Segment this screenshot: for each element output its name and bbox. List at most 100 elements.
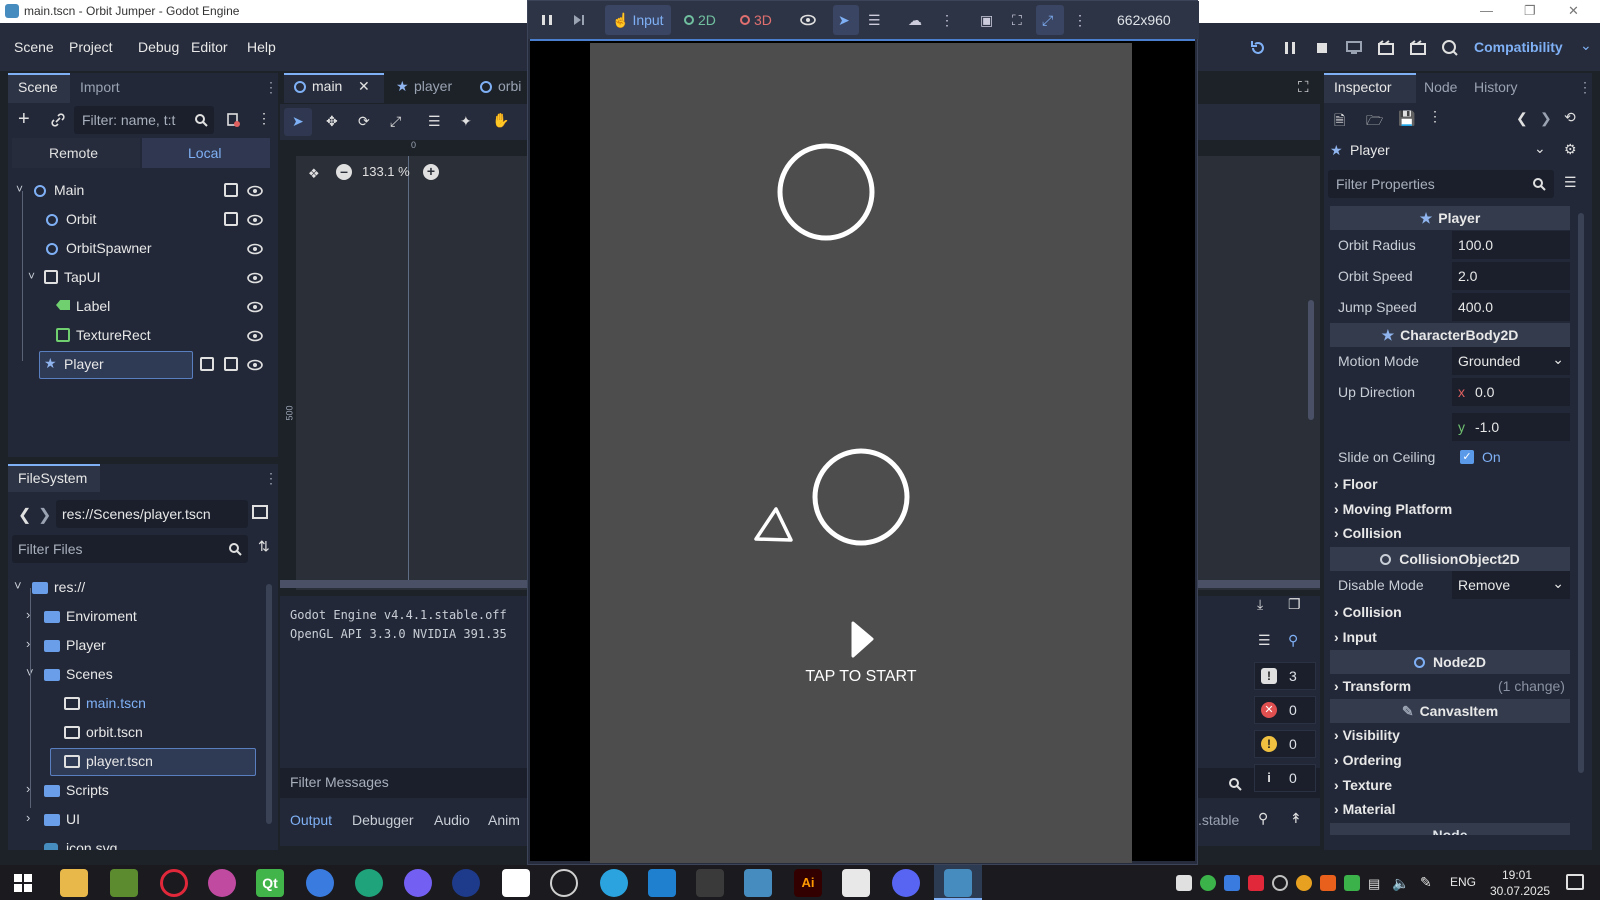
tab-output[interactable]: Output [290, 812, 332, 828]
group-floor[interactable]: › Floor [1334, 476, 1378, 492]
group-visibility[interactable]: › Visibility [1334, 727, 1400, 743]
file-item-res-[interactable]: ˅ res:// [8, 574, 264, 602]
tray-app-icon[interactable] [1224, 875, 1240, 891]
game-viewport[interactable]: TAP TO START [530, 39, 1195, 863]
minimize-icon[interactable]: — [1480, 3, 1493, 18]
tree-node-player[interactable]: ★ Player [8, 351, 270, 379]
stop-icon[interactable] [1312, 38, 1332, 58]
scale-tool-icon[interactable]: ⤢ [390, 113, 401, 130]
zoom-reset-icon[interactable]: ❖ [308, 166, 320, 182]
up-direction-y-field[interactable]: y -1.0 [1452, 413, 1570, 441]
section-canvasitem[interactable]: ✎ CanvasItem [1330, 699, 1570, 723]
node-docs-icon[interactable]: ⚙ [1564, 141, 1577, 158]
qt-icon[interactable]: Qt [256, 869, 284, 897]
game-options-icon[interactable]: ⋮ [940, 9, 954, 31]
disable-mode-dropdown[interactable]: Remove ⌄ [1452, 571, 1570, 599]
maximize-icon[interactable]: ❐ [1524, 3, 1536, 19]
list-select-icon[interactable]: ☰ [428, 113, 441, 130]
visibility-eye-icon[interactable] [247, 183, 263, 199]
pen-icon[interactable]: ✎ [1420, 874, 1432, 891]
scrollbar[interactable] [266, 584, 272, 824]
split-view-icon[interactable] [252, 505, 268, 519]
expand-panel-icon[interactable]: ↟ [1290, 810, 1302, 827]
game-launcher-icon[interactable] [452, 869, 480, 897]
sort-icon[interactable]: ⇅ [258, 538, 270, 555]
menu-editor[interactable]: Editor [191, 39, 228, 55]
pan-tool-icon[interactable]: ✋ [492, 112, 509, 129]
scene-instance-icon[interactable] [224, 212, 238, 226]
pin-icon[interactable]: ⚲ [1258, 810, 1268, 827]
object-history-icon[interactable]: ⟲ [1564, 109, 1576, 126]
visibility-eye-icon[interactable] [247, 299, 263, 315]
color-app-icon[interactable] [208, 869, 236, 897]
chevron-down-icon[interactable]: ⌄ [1580, 37, 1592, 54]
rotate-tool-icon[interactable]: ⟳ [358, 113, 370, 130]
expand-arrow-icon[interactable]: › [26, 810, 30, 825]
section-collisionobject2d[interactable]: CollisionObject2D [1330, 547, 1570, 571]
script-icon[interactable] [224, 183, 238, 197]
filter-properties-input[interactable]: Filter Properties [1328, 170, 1554, 198]
scene-instance-icon[interactable] [200, 357, 214, 371]
file-item-ui[interactable]: › UI [8, 806, 264, 834]
tab-orbit[interactable]: orbi [498, 78, 521, 94]
collapse-icon[interactable]: ☰ [1258, 632, 1271, 649]
unity-icon[interactable] [696, 869, 724, 897]
visibility-eye-icon[interactable] [247, 270, 263, 286]
twitch-icon[interactable] [842, 869, 870, 897]
visibility-eye-icon[interactable] [247, 357, 263, 373]
back-icon[interactable]: ❮ [18, 505, 31, 525]
save-icon[interactable]: 💾 [1398, 110, 1415, 127]
zoom-level[interactable]: 133.1 % [362, 164, 410, 179]
camera-override-icon[interactable]: ☁ [908, 9, 922, 31]
pivot-tool-icon[interactable]: ✦ [460, 113, 472, 130]
clock-date[interactable]: 30.07.2025 [1490, 884, 1550, 898]
tree-node-label[interactable]: Label [8, 293, 270, 321]
tray-app-icon[interactable] [1320, 875, 1336, 891]
window-options-icon[interactable]: ⋮ [1073, 9, 1087, 31]
nvidia-tray-icon[interactable] [1200, 875, 1216, 891]
jump-speed-field[interactable]: 400.0 [1452, 293, 1570, 321]
filesystem-path-field[interactable]: res://Scenes/player.tscn [56, 500, 248, 528]
run-current-scene-icon[interactable] [1376, 38, 1396, 58]
viewport-scrollbar[interactable] [1308, 300, 1314, 420]
add-node-icon[interactable]: + [18, 109, 30, 129]
message-count-toggle[interactable]: ! 3 [1254, 662, 1316, 690]
file-item-scenes[interactable]: ˅Scenes [8, 661, 264, 689]
group-material[interactable]: › Material [1334, 801, 1395, 817]
orbit-speed-field[interactable]: 2.0 [1452, 262, 1570, 290]
group-collision[interactable]: › Collision [1334, 525, 1402, 541]
movie-maker-icon[interactable] [1440, 38, 1460, 58]
file-item-player-tscn[interactable]: player.tscn [8, 748, 264, 776]
tab-animation[interactable]: Anim [488, 812, 520, 828]
tray-app-icon[interactable] [1272, 875, 1288, 891]
restart-icon[interactable] [1248, 38, 1268, 58]
save-log-icon[interactable]: ⤓ [1257, 596, 1263, 613]
copy-icon[interactable]: ❐ [1288, 596, 1301, 613]
obs-icon[interactable] [550, 869, 578, 897]
forward-icon[interactable]: ❯ [38, 505, 51, 525]
move-tool-icon[interactable]: ✥ [326, 113, 338, 130]
file-item-main-tscn[interactable]: main.tscn [8, 690, 264, 718]
new-resource-icon[interactable]: 🗎 [1334, 110, 1345, 134]
section-characterbody2d[interactable]: ★ CharacterBody2D [1330, 323, 1570, 347]
expand-arrow-icon[interactable]: ˅ [28, 269, 35, 283]
game-pause-icon[interactable] [540, 9, 554, 31]
discord-icon[interactable] [892, 869, 920, 897]
fullscreen-icon[interactable]: ⛶ [1012, 9, 1022, 31]
tab-audio[interactable]: Audio [434, 812, 470, 828]
property-tools-icon[interactable]: ☰ [1564, 174, 1577, 191]
file-item-enviroment[interactable]: › Enviroment [8, 603, 264, 631]
windows-start-icon[interactable] [14, 874, 32, 892]
tray-app-icon[interactable] [1248, 875, 1264, 891]
opera-icon[interactable] [160, 869, 188, 897]
menu-project[interactable]: Project [69, 39, 113, 55]
warning-count-toggle[interactable]: ! 0 [1254, 730, 1316, 758]
pause-icon[interactable] [1280, 38, 1300, 58]
illustrator-icon[interactable]: Ai [794, 869, 822, 897]
attach-script-icon[interactable] [225, 112, 241, 128]
renderer-selector[interactable]: Compatibility [1474, 39, 1563, 55]
zoom-out-icon[interactable]: – [336, 164, 352, 180]
section-player[interactable]: ★ Player [1330, 206, 1570, 230]
dock-menu-icon[interactable]: ⋮ [1578, 79, 1592, 96]
group-ordering[interactable]: › Ordering [1334, 752, 1402, 768]
